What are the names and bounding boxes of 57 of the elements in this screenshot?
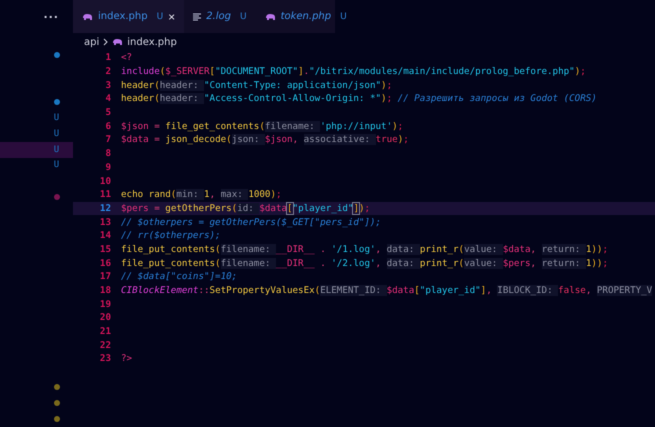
- line-number: 5: [104, 107, 112, 118]
- git-status-label: U: [54, 128, 60, 139]
- line-number: 12: [98, 202, 112, 214]
- line-number: 20: [98, 312, 112, 324]
- php-elephant-icon: [112, 38, 124, 46]
- line-number: 11: [98, 189, 112, 200]
- code-line: $json = file_get_contents(filename: 'php://input');: [121, 120, 404, 132]
- line-number: 22: [98, 340, 112, 351]
- code-line: CIBlockElement::SetPropertyValuesEx(ELEMENT_ID: $data["player_id"], IBLOCK_ID: false, PROPERTY_V: [121, 285, 652, 296]
- line-number: 4: [104, 93, 112, 104]
- line-number: 9: [104, 162, 112, 173]
- close-button[interactable]: ×: [168, 10, 176, 24]
- code-line: $pers = getOtherPers(id: $data["player_id"]);: [121, 202, 370, 214]
- chevron-right-icon: [103, 38, 108, 46]
- line-number: 23: [98, 353, 112, 364]
- status-label: U: [240, 12, 247, 22]
- breadcrumb-folder[interactable]: api: [84, 36, 100, 48]
- code-line: // rr($otherpers);: [121, 230, 221, 242]
- line-number: 6: [104, 120, 112, 132]
- code-line: // $data["coins"]=10;: [121, 271, 238, 282]
- code-line: file_put_contents(filename: __DIR__ . '/1.log', data: print_r(value: $data, return: 1));: [121, 244, 608, 255]
- code-line: $data = json_decode(json: $json, associative: true);: [121, 134, 409, 146]
- code-line: header(header: "Access-Control-Allow-Origin: *"); // Разрешить запросы из Godot (CORS): [121, 93, 597, 104]
- line-number: 7: [104, 134, 112, 146]
- text-file-icon: [193, 12, 202, 20]
- git-status-label: U: [54, 144, 60, 155]
- line-number: 15: [98, 244, 112, 255]
- code-line: ?>: [121, 353, 132, 364]
- line-number: 16: [98, 258, 112, 269]
- breadcrumb-file[interactable]: index.php: [127, 36, 177, 48]
- line-number: 3: [104, 80, 112, 91]
- more-actions-button[interactable]: ...: [0, 8, 73, 47]
- line-number: 17: [98, 271, 112, 282]
- editor-tab[interactable]: index.php U ×: [73, 0, 184, 33]
- editor-tab[interactable]: 2.log U: [184, 0, 256, 33]
- status-label: U: [156, 12, 164, 22]
- git-status-label: U: [54, 160, 60, 170]
- line-number: 18: [98, 285, 112, 296]
- code-line: include($_SERVER["DOCUMENT_ROOT"]."/bitrix/modules/main/include/prolog_before.php");: [121, 66, 586, 78]
- status-label: U: [340, 12, 347, 22]
- line-number: 10: [98, 176, 112, 187]
- code-line: file_put_contents(filename: __DIR__ . '/2.log', data: print_r(value: $pers, return: 1));: [121, 258, 608, 269]
- line-number: 14: [98, 230, 112, 242]
- php-elephant-icon: [82, 12, 93, 20]
- code-line: // $otherpers = getOtherPers($_GET["pers_id"]);: [121, 216, 381, 228]
- line-number: 13: [98, 216, 112, 228]
- editor-tab[interactable]: token.php U: [256, 0, 356, 33]
- code-line: header(header: "Content-Type: application/json");: [121, 80, 392, 91]
- line-number: 2: [104, 66, 112, 78]
- line-number: 8: [104, 148, 112, 160]
- line-number: 21: [98, 326, 112, 338]
- code-line: echo rand(min: 1, max: 1000);: [121, 189, 282, 200]
- code-line: <?: [121, 52, 132, 64]
- line-number: 19: [98, 298, 112, 310]
- git-status-label: U: [54, 112, 60, 123]
- php-elephant-icon: [264, 12, 276, 20]
- line-number: 1: [104, 52, 112, 64]
